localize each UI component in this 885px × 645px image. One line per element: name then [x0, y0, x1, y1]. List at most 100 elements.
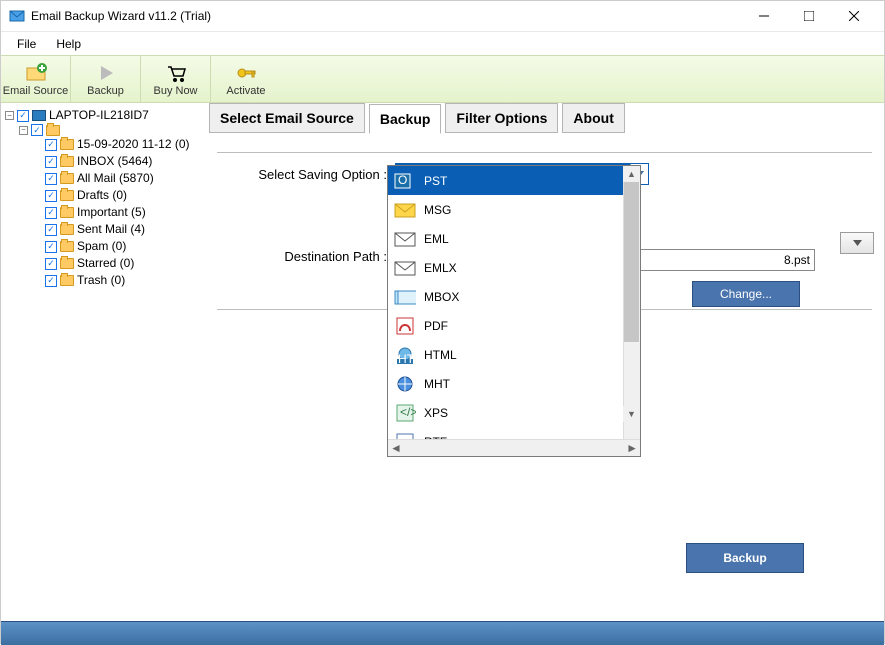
maximize-button[interactable] — [786, 1, 831, 31]
collapse-icon[interactable]: − — [5, 111, 14, 120]
scroll-up-icon[interactable]: ▲ — [623, 166, 640, 182]
close-button[interactable] — [831, 1, 876, 31]
tree-root-label: LAPTOP-IL218ID7 — [49, 107, 149, 124]
folder-icon — [60, 156, 74, 167]
collapse-icon[interactable]: − — [19, 126, 28, 135]
checkbox-icon[interactable] — [45, 258, 57, 270]
tree-folder[interactable]: Sent Mail (4) — [45, 221, 201, 238]
change-button[interactable]: Change... — [692, 281, 800, 307]
tree-folder-label: Drafts (0) — [77, 187, 127, 204]
pdf-icon — [394, 317, 416, 335]
folder-icon — [46, 125, 60, 136]
format-option-label: MHT — [424, 377, 450, 391]
sidebar: − LAPTOP-IL218ID7 − 15-09-2020 11-12 (0)… — [1, 103, 205, 621]
format-option-label: PDF — [424, 319, 448, 333]
tab-about[interactable]: About — [562, 103, 624, 133]
format-option-mbox[interactable]: MBOX — [388, 282, 640, 311]
toolbar-email-source[interactable]: Email Source — [1, 56, 71, 102]
tree-folder-label: 15-09-2020 11-12 (0) — [77, 136, 190, 153]
checkbox-icon[interactable] — [45, 241, 57, 253]
toolbar: Email Source Backup Buy Now Activate — [1, 55, 884, 103]
format-option-label: EMLX — [424, 261, 457, 275]
tree-folder[interactable]: INBOX (5464) — [45, 153, 201, 170]
separator — [217, 152, 872, 153]
tab-select-email-source[interactable]: Select Email Source — [209, 103, 365, 133]
tree-folder-label: All Mail (5870) — [77, 170, 154, 187]
status-bar — [1, 621, 884, 645]
tab-filter-options[interactable]: Filter Options — [445, 103, 558, 133]
scroll-thumb[interactable] — [624, 182, 639, 342]
cart-icon — [165, 62, 187, 84]
folder-icon — [60, 139, 74, 150]
tree-folder[interactable]: Important (5) — [45, 204, 201, 221]
svg-text:O: O — [398, 173, 407, 187]
tree-folder[interactable]: 15-09-2020 11-12 (0) — [45, 136, 201, 153]
scroll-right-icon[interactable]: ► — [626, 441, 638, 455]
tree-folder-label: INBOX (5464) — [77, 153, 152, 170]
destination-value: 8.pst — [784, 253, 810, 267]
backup-button[interactable]: Backup — [686, 543, 804, 573]
folder-icon — [60, 173, 74, 184]
tree-folder[interactable]: Spam (0) — [45, 238, 201, 255]
tabs: Select Email Source Backup Filter Option… — [205, 103, 884, 134]
toolbar-label: Buy Now — [153, 85, 197, 97]
format-option-xps[interactable]: </>XPS — [388, 398, 640, 427]
menu-file[interactable]: File — [7, 33, 46, 55]
format-option-msg[interactable]: MSG — [388, 195, 640, 224]
msg-icon — [394, 201, 416, 219]
checkbox-icon[interactable] — [45, 173, 57, 185]
checkbox-icon[interactable] — [45, 190, 57, 202]
minimize-button[interactable] — [741, 1, 786, 31]
scroll-down-icon[interactable]: ▼ — [623, 406, 640, 422]
horizontal-scrollbar[interactable]: ◄► — [388, 439, 640, 456]
format-option-pst[interactable]: OPST — [388, 166, 640, 195]
window-controls — [741, 1, 876, 31]
format-option-label: HTML — [424, 348, 457, 362]
menu-help[interactable]: Help — [46, 33, 91, 55]
tab-backup[interactable]: Backup — [369, 104, 442, 134]
checkbox-icon[interactable] — [45, 275, 57, 287]
tree-folder[interactable]: All Mail (5870) — [45, 170, 201, 187]
folder-plus-icon — [25, 62, 47, 84]
checkbox-icon[interactable] — [45, 139, 57, 151]
tree-folder-label: Sent Mail (4) — [77, 221, 145, 238]
emlx-icon — [394, 259, 416, 277]
folder-tree: − LAPTOP-IL218ID7 − 15-09-2020 11-12 (0)… — [5, 107, 201, 289]
format-option-eml[interactable]: EML — [388, 224, 640, 253]
format-option-mht[interactable]: MHT — [388, 369, 640, 398]
checkbox-icon[interactable] — [45, 207, 57, 219]
checkbox-icon[interactable] — [45, 156, 57, 168]
toolbar-label: Email Source — [3, 85, 68, 97]
checkbox-icon[interactable] — [17, 110, 29, 122]
tree-folder[interactable]: Trash (0) — [45, 272, 201, 289]
tree-account[interactable]: − — [19, 124, 201, 136]
format-option-label: MSG — [424, 203, 451, 217]
tree-folder-label: Spam (0) — [77, 238, 126, 255]
format-option-html[interactable]: HTML HTML — [388, 340, 640, 369]
mht-icon — [394, 375, 416, 393]
xps-icon: </> — [394, 404, 416, 422]
format-option-label: MBOX — [424, 290, 459, 304]
svg-text:HTML: HTML — [398, 352, 416, 364]
tree-folder[interactable]: Starred (0) — [45, 255, 201, 272]
checkbox-icon[interactable] — [45, 224, 57, 236]
format-option-label: EML — [424, 232, 449, 246]
saving-option-dropdown[interactable]: OPSTMSGEMLEMLXMBOXPDFHTMLHTMLMHT</>XPSRT… — [387, 165, 641, 457]
tree-folder-label: Starred (0) — [77, 255, 134, 272]
pst-icon: O — [394, 172, 416, 190]
toolbar-activate[interactable]: Activate — [211, 56, 281, 102]
tree-folder[interactable]: Drafts (0) — [45, 187, 201, 204]
toolbar-buy-now[interactable]: Buy Now — [141, 56, 211, 102]
aux-dropdown-button[interactable] — [840, 232, 874, 254]
toolbar-backup[interactable]: Backup — [71, 56, 141, 102]
scroll-left-icon[interactable]: ◄ — [390, 441, 402, 455]
play-icon — [95, 62, 117, 84]
checkbox-icon[interactable] — [31, 124, 43, 136]
folder-icon — [60, 224, 74, 235]
format-option-emlx[interactable]: EMLX — [388, 253, 640, 282]
vertical-scrollbar[interactable]: ▲ ▼ — [623, 166, 640, 439]
backup-row: Backup — [205, 543, 884, 573]
eml-icon — [394, 230, 416, 248]
format-option-pdf[interactable]: PDF — [388, 311, 640, 340]
folder-icon — [60, 190, 74, 201]
